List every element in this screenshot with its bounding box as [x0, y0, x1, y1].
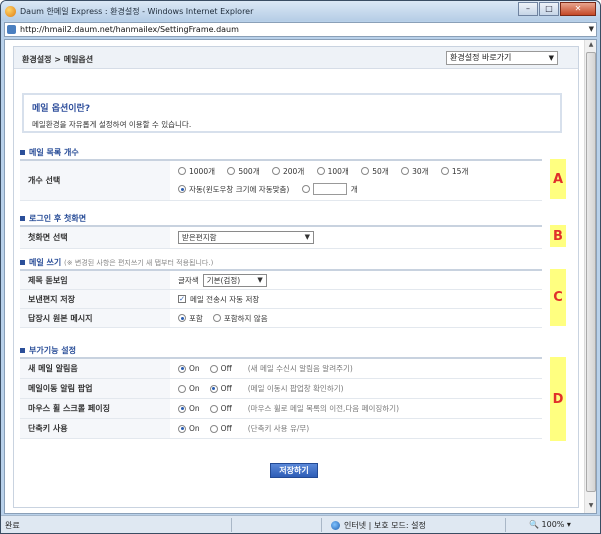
table-row: 새 메일 알림음 On Off (새 메일 수신시 알림음 알려주기) — [20, 359, 542, 379]
radio-1000[interactable]: 1000개 — [178, 166, 215, 177]
quickjump-label: 환경설정 바로가기 — [450, 53, 512, 62]
list-count-table: 개수 선택 1000개 500개 200개 100개 50개 30개 15개 자… — [20, 159, 542, 201]
radio-on[interactable]: On — [178, 364, 200, 373]
globe-icon — [331, 521, 340, 530]
url-text[interactable]: http://hmail2.daum.net/hanmailex/Setting… — [20, 25, 239, 34]
radio-on[interactable]: On — [178, 384, 200, 393]
zoom-level[interactable]: 🔍 100% ▾ — [529, 520, 571, 529]
shortcut-label: 단축키 사용 — [20, 419, 170, 438]
table-row: 마우스 휠 스크롤 페이징 On Off (마우스 휠로 메일 목록의 이전,다… — [20, 399, 542, 419]
section-title-compose: 메일 쓰기 (※ 변경된 사항은 편지쓰기 새 탭부터 적용됩니다.) — [20, 257, 213, 268]
radio-on[interactable]: On — [178, 404, 200, 413]
page-viewport: 환경설정 > 메일옵션 환경설정 바로가기 ▼ 메일 옵션이란? 메일환경을 자… — [4, 39, 597, 514]
radio-off[interactable]: Off — [209, 404, 232, 413]
sent-save-label: 보낸편지 저장 — [20, 290, 170, 308]
status-text: 완료 — [5, 521, 20, 530]
radio-500[interactable]: 500개 — [227, 166, 260, 177]
ie-app-icon — [5, 5, 16, 17]
window-title: Daum 한메일 Express : 환경설정 - Windows Intern… — [20, 6, 254, 16]
first-screen-table: 첫화면 선택 받은편지함 ▼ — [20, 225, 542, 249]
section-title-first-screen: 로그인 후 첫화면 — [20, 213, 86, 224]
radio-auto[interactable]: 자동(윈도우창 크기에 자동맞춤) — [178, 184, 289, 195]
wheel-paging-label: 마우스 휠 스크롤 페이징 — [20, 399, 170, 418]
radio-off[interactable]: Off — [209, 424, 232, 433]
radio-exclude[interactable]: 포함하지 않음 — [212, 313, 268, 324]
table-row: 첫화면 선택 받은편지함 ▼ — [20, 227, 542, 249]
vertical-scrollbar[interactable]: ▲ ▼ — [584, 40, 596, 513]
custom-count-input[interactable] — [312, 183, 347, 196]
marker-d: D — [550, 357, 566, 441]
bullet-icon — [20, 260, 25, 265]
scroll-down-icon[interactable]: ▼ — [586, 502, 596, 512]
subject-color-select[interactable]: 기본(검정) ▼ — [202, 273, 267, 287]
minimize-button[interactable]: – — [518, 2, 538, 16]
settings-frame: 환경설정 > 메일옵션 환경설정 바로가기 ▼ 메일 옵션이란? 메일환경을 자… — [13, 46, 579, 508]
maximize-button[interactable]: □ — [539, 2, 559, 16]
security-zone[interactable]: 인터넷 | 보호 모드: 설정 — [331, 520, 426, 531]
bullet-icon — [20, 216, 25, 221]
table-row: 답장시 원본 메시지 포함 포함하지 않음 — [20, 309, 542, 328]
intro-heading: 메일 옵션이란? — [32, 104, 91, 114]
page-icon — [7, 25, 16, 34]
new-mail-sound-label: 새 메일 알림음 — [20, 359, 170, 378]
bullet-icon — [20, 348, 25, 353]
compose-note: (※ 변경된 사항은 편지쓰기 새 탭부터 적용됩니다.) — [64, 259, 214, 267]
radio-include[interactable]: 포함 — [178, 313, 203, 324]
marker-c: C — [550, 269, 566, 326]
radio-30[interactable]: 30개 — [401, 166, 429, 177]
reply-original-label: 답장시 원본 메시지 — [20, 309, 170, 327]
radio-off[interactable]: Off — [209, 384, 232, 393]
marker-a: A — [550, 159, 566, 199]
extra-table: 새 메일 알림음 On Off (새 메일 수신시 알림음 알려주기) 메일이동… — [20, 357, 542, 439]
bullet-icon — [20, 150, 25, 155]
table-row: 메일이동 알림 팝업 On Off (메일 이동시 팝업창 확인하기) — [20, 379, 542, 399]
intro-box: 메일 옵션이란? 메일환경을 자유롭게 설정하여 이용할 수 있습니다. — [22, 93, 562, 133]
section-title-extra: 부가기능 설정 — [20, 345, 76, 356]
status-bar: 완료 인터넷 | 보호 모드: 설정 🔍 100% ▾ — [1, 515, 600, 533]
radio-custom[interactable]: 개 — [301, 183, 358, 196]
compose-table: 제목 돋보임 글자색 기본(검정) ▼ 보낸편지 저장 ✓ 메일 전송시 자동 저… — [20, 269, 542, 328]
table-row: 개수 선택 1000개 500개 200개 100개 50개 30개 15개 자… — [20, 161, 542, 201]
close-button[interactable]: ✕ — [560, 2, 596, 16]
title-bar: Daum 한메일 Express : 환경설정 - Windows Intern… — [1, 1, 600, 21]
scroll-thumb[interactable] — [586, 52, 596, 492]
section-title-list-count: 메일 목록 개수 — [20, 147, 79, 158]
marker-b: B — [550, 225, 566, 247]
browser-window: Daum 한메일 Express : 환경설정 - Windows Intern… — [0, 0, 601, 534]
table-row: 보낸편지 저장 ✓ 메일 전송시 자동 저장 — [20, 290, 542, 309]
radio-on[interactable]: On — [178, 424, 200, 433]
settings-header: 환경설정 > 메일옵션 환경설정 바로가기 ▼ — [14, 47, 578, 69]
scroll-up-icon[interactable]: ▲ — [586, 41, 596, 51]
radio-200[interactable]: 200개 — [272, 166, 304, 177]
chevron-down-icon: ▼ — [548, 54, 554, 62]
table-row: 제목 돋보임 글자색 기본(검정) ▼ — [20, 271, 542, 290]
auto-save-checkbox[interactable]: ✓ — [178, 295, 186, 303]
settings-quickjump-select[interactable]: 환경설정 바로가기 ▼ — [446, 51, 558, 65]
breadcrumb: 환경설정 > 메일옵션 — [22, 55, 94, 64]
radio-100[interactable]: 100개 — [316, 166, 349, 177]
first-screen-label: 첫화면 선택 — [20, 227, 170, 248]
zone-text: 인터넷 | 보호 모드: 설정 — [344, 521, 426, 530]
table-row: 단축키 사용 On Off (단축키 사용 유/무) — [20, 419, 542, 439]
address-bar[interactable]: http://hmail2.daum.net/hanmailex/Setting… — [4, 22, 597, 37]
radio-15[interactable]: 15개 — [440, 166, 468, 177]
intro-description: 메일환경을 자유롭게 설정하여 이용할 수 있습니다. — [32, 120, 192, 129]
radio-50[interactable]: 50개 — [361, 166, 389, 177]
save-button[interactable]: 저장하기 — [270, 463, 318, 478]
chevron-down-icon: ▼ — [257, 275, 263, 284]
radio-off[interactable]: Off — [209, 364, 232, 373]
list-count-label: 개수 선택 — [20, 161, 170, 200]
move-popup-label: 메일이동 알림 팝업 — [20, 379, 170, 398]
first-screen-select[interactable]: 받은편지함 ▼ — [178, 231, 314, 244]
chevron-down-icon[interactable]: ▼ — [589, 25, 594, 33]
chevron-down-icon: ▼ — [304, 233, 310, 241]
subject-highlight-label: 제목 돋보임 — [20, 271, 170, 289]
